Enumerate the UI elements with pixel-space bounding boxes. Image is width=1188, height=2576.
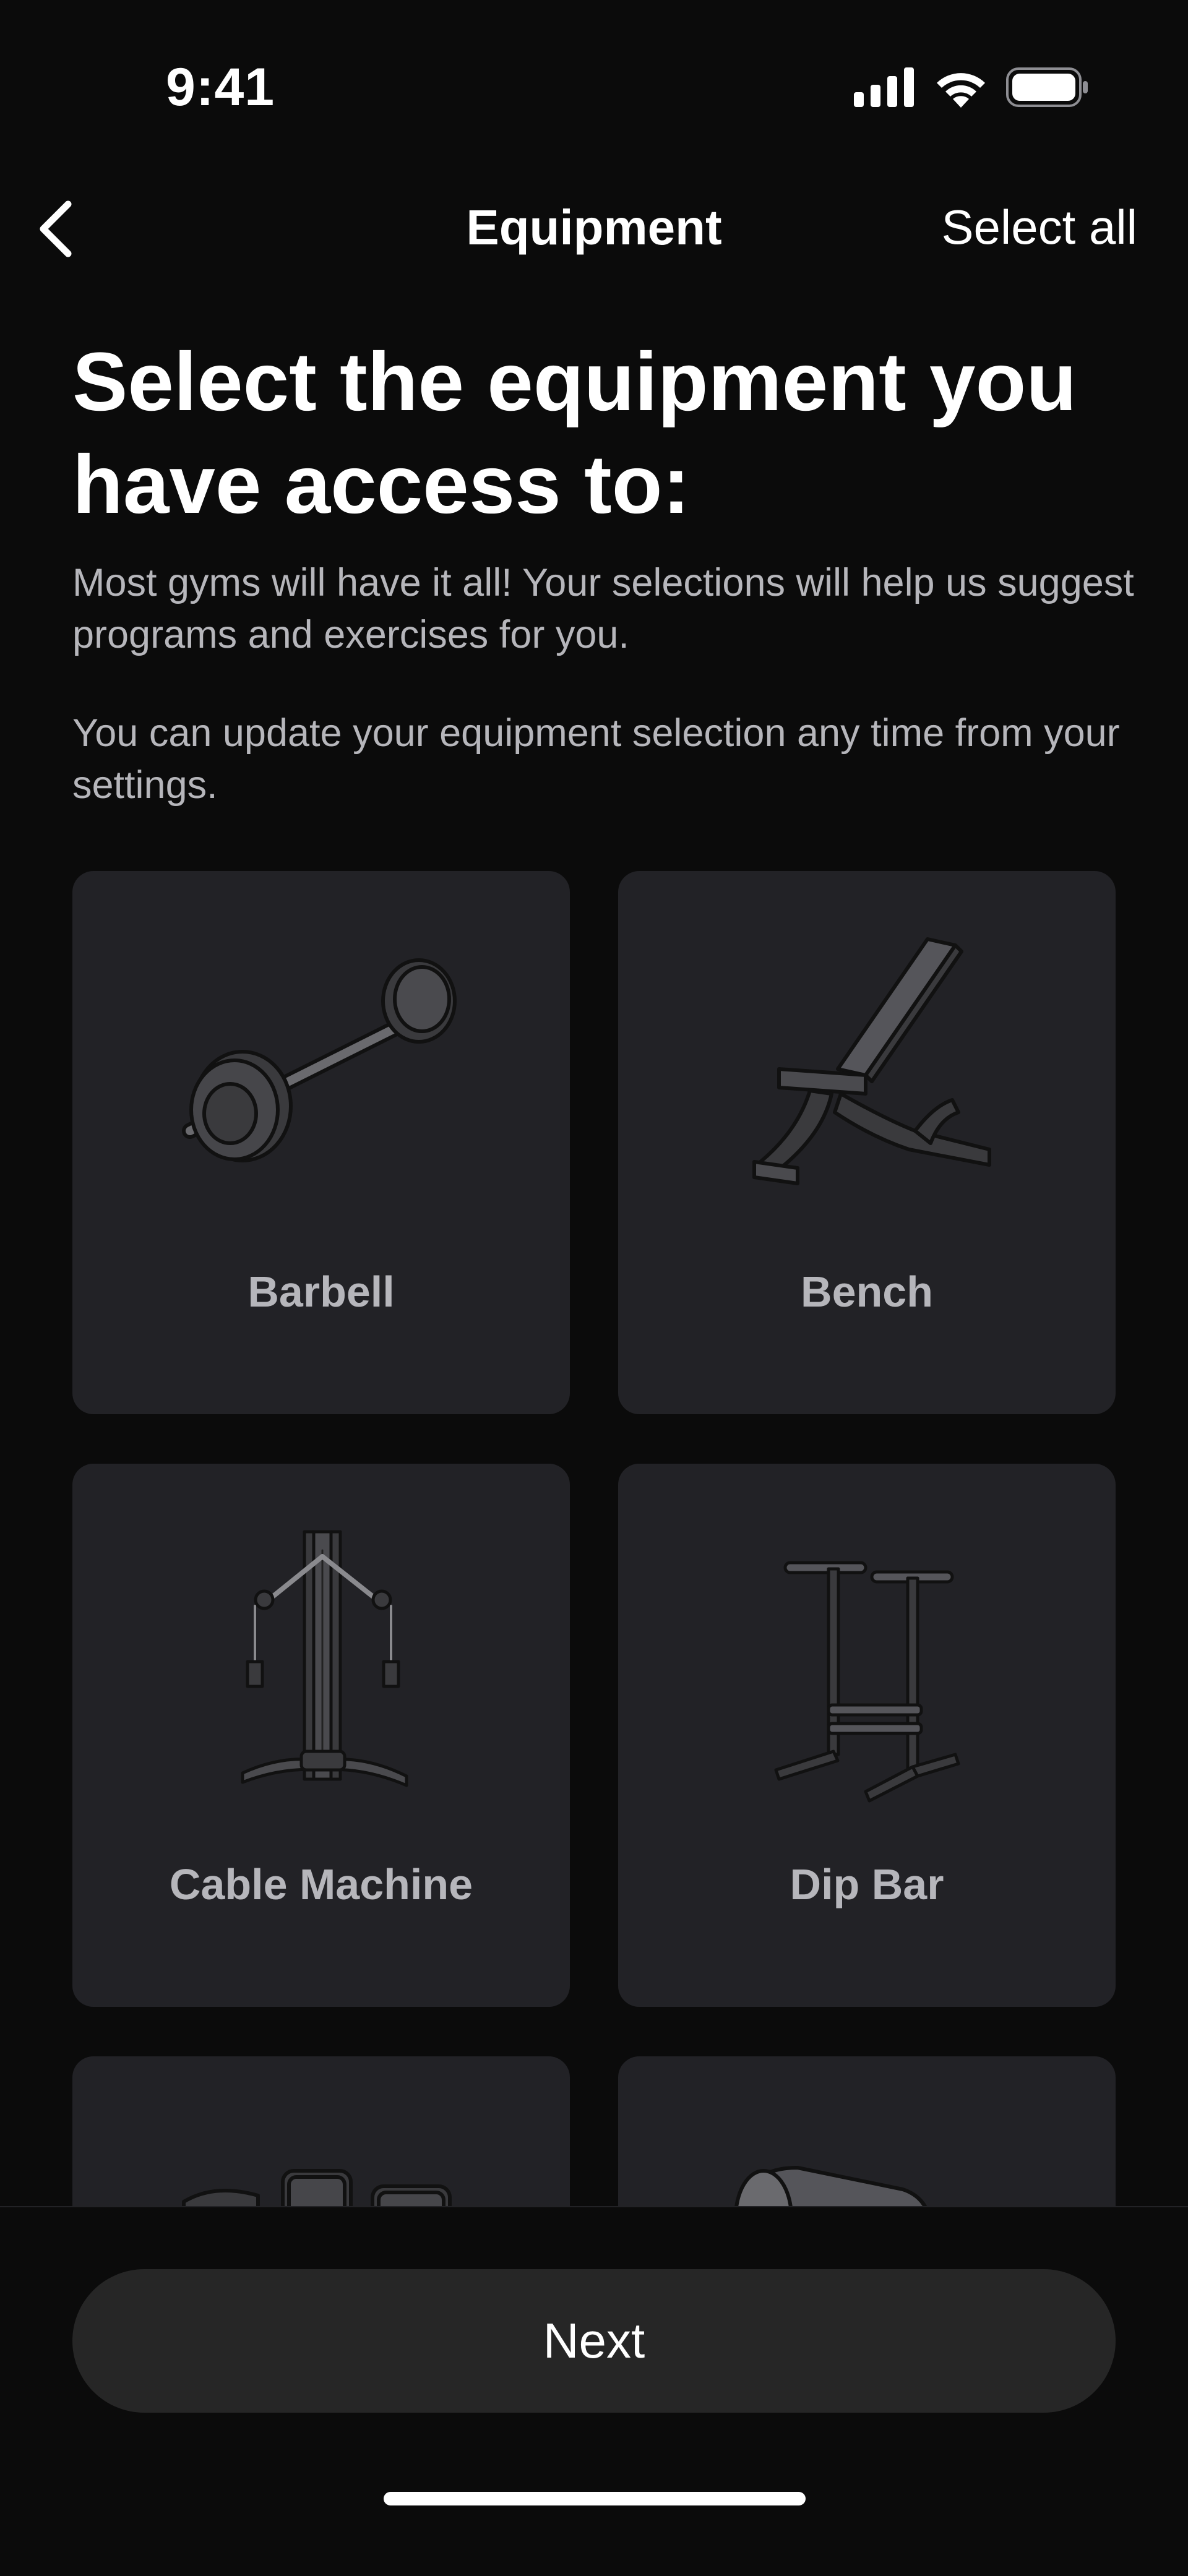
equipment-label: Bench [801,1268,933,1316]
page-title: Select the equipment you have access to: [72,336,1077,531]
wifi-icon [937,73,985,108]
footer: Next [0,2206,1188,2576]
foam-roller-icon [734,2166,927,2206]
cellular-signal-icon [854,67,914,107]
equipment-card-foam-roller[interactable] [618,2056,1116,2206]
status-icons [854,67,1089,108]
equipment-card-bench[interactable]: Bench [618,871,1116,1414]
settings-note-text: You can update your equipment selection … [72,711,1120,807]
dumbbells-icon [182,2169,452,2206]
select-all-button[interactable]: Select all [942,199,1138,255]
equipment-card-dumbbells[interactable] [72,2056,570,2206]
bench-icon [752,937,991,1185]
barbell-icon [182,958,457,1162]
equipment-card-barbell[interactable]: Barbell [72,871,570,1414]
next-button[interactable]: Next [72,2269,1116,2413]
home-indicator[interactable] [384,2492,806,2505]
dip-bar-icon [774,1561,960,1803]
equipment-card-dip-bar[interactable]: Dip Bar [618,1464,1116,2007]
equipment-grid: Barbell Bench Cable Machine Dip Bar [0,866,1188,2206]
equipment-label: Dip Bar [790,1860,944,1908]
description-text: Most gyms will have it all! Your selecti… [72,561,1134,656]
nav-bar: Equipment Select all [0,179,1188,278]
status-time: 9:41 [166,58,275,117]
battery-icon [1006,67,1088,107]
status-bar: 9:41 [0,0,1188,161]
equipment-card-cable-machine[interactable]: Cable Machine [72,1464,570,2007]
cable-machine-icon [241,1530,408,1787]
equipment-label: Barbell [248,1268,395,1316]
equipment-label: Cable Machine [169,1860,473,1908]
